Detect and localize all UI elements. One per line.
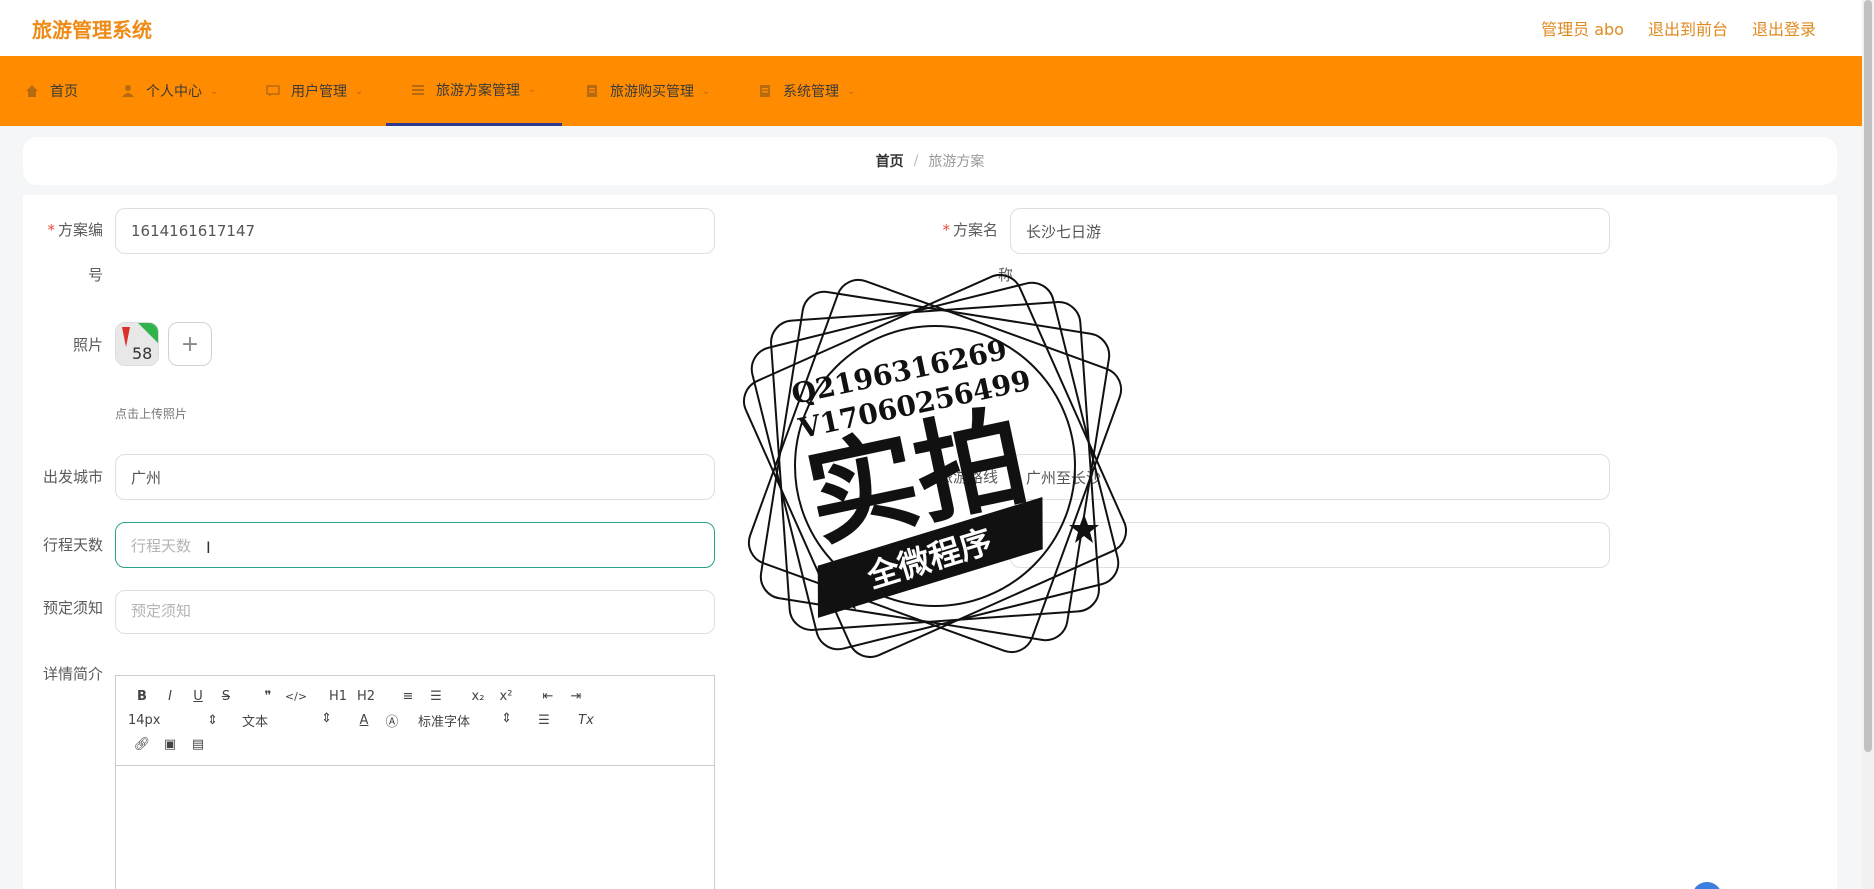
top-header: 旅游管理系统 管理员 abo 退出到前台 退出登录 — [0, 0, 1862, 56]
ordered-list-button[interactable]: ≡ — [394, 689, 422, 704]
nav-label: 旅游方案管理 — [436, 82, 520, 99]
add-photo-button[interactable]: + — [168, 322, 212, 366]
align-icon[interactable]: ☰ — [530, 713, 558, 728]
code-button[interactable]: </> — [282, 690, 310, 703]
font-color-icon[interactable]: A — [350, 713, 378, 728]
nav-label: 旅游购买管理 — [610, 84, 694, 100]
rich-text-editor: B I U S ❞ </> H1 H2 ≡ ☰ x₂ x² ⇤ ⇥ 14px ⇕ … — [115, 675, 715, 889]
outdent-button[interactable]: ⇤ — [534, 689, 562, 704]
nav-item-users[interactable]: 用户管理 ⌄ — [265, 56, 363, 126]
admin-label[interactable]: 管理员 abo — [1541, 16, 1624, 40]
nav-item-purchases[interactable]: 旅游购买管理 ⌄ — [584, 56, 710, 126]
bold-button[interactable]: B — [128, 689, 156, 704]
main-nav: 首页 个人中心 ⌄ 用户管理 ⌄ 旅游方案管理 ⌄ 旅游购买管理 ⌄ 系统管理 … — [0, 56, 1862, 126]
link-icon[interactable]: 🔗︎ — [128, 737, 156, 752]
chevron-down-icon: ⌄ — [847, 85, 856, 97]
plan-no-input[interactable]: 1614161617147 — [115, 208, 715, 254]
video-icon[interactable]: ▤ — [184, 737, 212, 752]
plan-name-input[interactable]: 长沙七日游 — [1010, 208, 1610, 254]
editor-content-area[interactable] — [116, 766, 714, 889]
photo-hint: 点击上传照片 — [115, 407, 188, 421]
logout-link[interactable]: 退出登录 — [1752, 16, 1816, 40]
font-family-select[interactable]: 标准字体 ⇕ — [418, 711, 512, 730]
back-to-front-link[interactable]: 退出到前台 — [1648, 16, 1728, 40]
text-cursor-icon: I — [206, 538, 211, 557]
nav-item-plans[interactable]: 旅游方案管理 ⌄ — [386, 56, 563, 126]
nav-label: 系统管理 — [783, 84, 839, 100]
nav-label: 首页 — [50, 84, 78, 100]
list-icon — [410, 82, 426, 98]
chevron-down-icon: ⌄ — [355, 85, 364, 97]
doc-icon — [584, 83, 600, 99]
text-type-select[interactable]: 文本 ⇕ — [242, 711, 332, 730]
background-color-icon[interactable]: Ⓐ — [378, 711, 406, 730]
nav-label: 个人中心 — [146, 84, 202, 100]
nav-label: 用户管理 — [291, 84, 347, 100]
image-icon[interactable]: ▣ — [156, 737, 184, 752]
chevron-down-icon: ⌄ — [528, 84, 537, 95]
photo-thumbnail[interactable]: 58 — [115, 322, 159, 366]
days-input[interactable]: 行程天数 — [115, 522, 715, 568]
chevron-down-icon: ⌄ — [210, 85, 219, 97]
breadcrumb-current: 旅游方案 — [928, 154, 985, 170]
home-icon — [24, 83, 40, 99]
vertical-scrollbar[interactable] — [1862, 0, 1874, 889]
days-label: 行程天数 — [42, 536, 103, 554]
chevron-down-icon: ⌄ — [702, 85, 711, 97]
breadcrumb-separator: / — [913, 153, 919, 169]
underline-button[interactable]: U — [184, 689, 212, 704]
breadcrumb-home[interactable]: 首页 — [876, 151, 904, 171]
italic-button[interactable]: I — [156, 689, 184, 704]
watermark-stamp: Q2196316269 V17060256499 实拍 全微程序 — [725, 256, 1145, 676]
strike-button[interactable]: S — [212, 689, 240, 704]
editor-toolbar: B I U S ❞ </> H1 H2 ≡ ☰ x₂ x² ⇤ ⇥ 14px ⇕ … — [116, 676, 714, 766]
doc-icon — [757, 83, 773, 99]
scrollbar-thumb[interactable] — [1864, 0, 1872, 752]
plan-no-label-cont: 号 — [87, 266, 103, 284]
nav-item-system[interactable]: 系统管理 ⌄ — [757, 56, 855, 126]
plan-no-label: * 方案编 — [47, 221, 103, 239]
h1-button[interactable]: H1 — [324, 689, 352, 704]
h2-button[interactable]: H2 — [352, 689, 380, 704]
header-actions: 管理员 abo 退出到前台 退出登录 — [1541, 16, 1816, 40]
notice-label: 预定须知 — [42, 599, 103, 617]
chat-icon — [265, 83, 281, 99]
bullet-list-button[interactable]: ☰ — [422, 689, 450, 704]
svg-text:58: 58 — [132, 344, 152, 363]
font-size-select[interactable]: 14px ⇕ — [128, 713, 218, 728]
breadcrumb: 首页 / 旅游方案 — [23, 137, 1837, 185]
superscript-button[interactable]: x² — [492, 689, 520, 704]
subscript-button[interactable]: x₂ — [464, 689, 492, 704]
departure-city-input[interactable]: 广州 — [115, 454, 715, 500]
notice-textarea[interactable]: 预定须知 — [115, 590, 715, 634]
departure-city-label: 出发城市 — [42, 468, 103, 486]
photo-label: 照片 — [72, 336, 103, 354]
nav-item-profile[interactable]: 个人中心 ⌄ — [120, 56, 218, 126]
detail-label: 详情简介 — [42, 665, 103, 683]
app-title: 旅游管理系统 — [32, 18, 152, 42]
clear-format-icon[interactable]: Tx — [572, 713, 600, 728]
nav-item-home[interactable]: 首页 — [24, 56, 78, 126]
quote-button[interactable]: ❞ — [254, 689, 282, 704]
user-icon — [120, 83, 136, 99]
plan-name-label: * 方案名 — [942, 221, 998, 239]
indent-button[interactable]: ⇥ — [562, 689, 590, 704]
